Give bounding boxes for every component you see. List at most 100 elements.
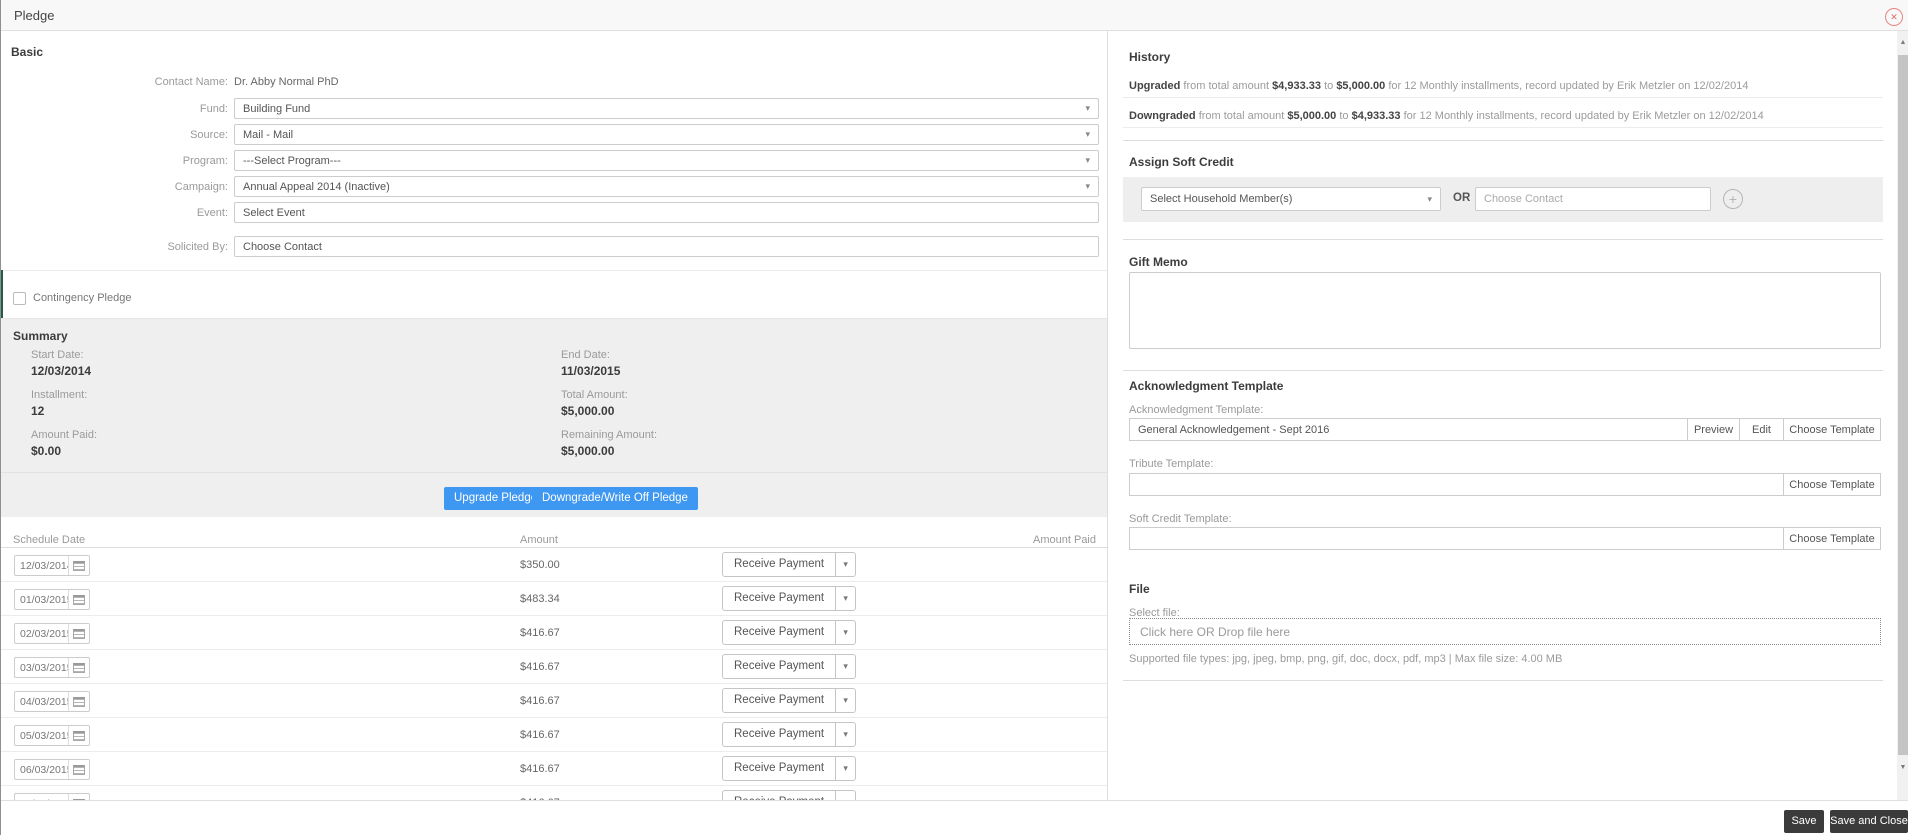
schedule-date-field[interactable] [14,691,90,712]
save-button[interactable]: Save [1784,810,1824,833]
scroll-up-icon[interactable]: ▲ [1897,39,1908,46]
chevron-down-icon[interactable]: ▾ [835,655,855,678]
receive-payment-button[interactable]: Receive Payment ▾ [722,756,857,781]
save-and-close-button[interactable]: Save and Close [1830,810,1908,833]
file-dropzone[interactable]: Click here OR Drop file here [1129,618,1881,645]
calendar-icon [73,662,85,673]
schedule-date-field[interactable] [14,589,90,610]
calendar-button[interactable] [68,658,89,677]
schedule-date-field[interactable] [14,623,90,644]
calendar-icon [73,696,85,707]
close-icon: ✕ [1890,12,1898,22]
choose-template-button[interactable]: Choose Template [1784,527,1881,550]
source-select[interactable]: Mail - Mail ▾ [234,124,1099,145]
summary-section: Summary Start Date: 12/03/2014 End Date:… [1,318,1107,472]
modal-footer: Save Save and Close [1,800,1908,835]
schedule-date-input[interactable] [15,624,68,643]
close-button[interactable]: ✕ [1885,8,1903,26]
section-divider [1123,239,1883,240]
chevron-down-icon[interactable]: ▾ [835,587,855,610]
contact-name-label: Contact Name: [154,76,228,88]
contact-name-value: Dr. Abby Normal PhD [234,76,339,88]
soft-credit-template-input[interactable] [1129,527,1784,550]
chevron-down-icon: ▾ [1085,155,1090,165]
receive-payment-button[interactable]: Receive Payment ▾ [722,586,857,611]
schedule-date-field[interactable] [14,725,90,746]
summary-heading: Summary [13,329,68,343]
household-member-select[interactable]: Select Household Member(s) ▾ [1141,187,1441,211]
calendar-icon [73,730,85,741]
program-label: Program: [182,155,228,167]
amount-value: $416.67 [520,729,560,741]
schedule-date-field[interactable] [14,555,90,576]
calendar-icon [73,764,85,775]
page-title: Pledge [14,8,55,23]
add-soft-credit-button[interactable]: + [1723,189,1743,209]
event-input[interactable] [234,202,1099,223]
choose-template-button[interactable]: Choose Template [1784,418,1881,441]
receive-payment-button[interactable]: Receive Payment ▾ [722,552,857,577]
calendar-button[interactable] [68,726,89,745]
receive-payment-button[interactable]: Receive Payment ▾ [722,790,857,800]
schedule-date-input[interactable] [15,692,68,711]
contingency-pledge-label: Contingency Pledge [33,292,132,304]
chevron-down-icon[interactable]: ▾ [835,723,855,746]
schedule-date-input[interactable] [15,760,68,779]
receive-payment-button[interactable]: Receive Payment ▾ [722,620,857,645]
summary-installment: Installment: 12 [31,389,88,418]
contingency-pledge-checkbox[interactable] [13,292,26,305]
chevron-down-icon[interactable]: ▾ [835,621,855,644]
summary-remaining-amount: Remaining Amount: $5,000.00 [561,429,657,458]
calendar-button[interactable] [68,556,89,575]
program-select[interactable]: ---Select Program--- ▾ [234,150,1099,171]
pledge-right-panel: History Upgraded from total amount $4,93… [1109,31,1894,800]
receive-payment-button[interactable]: Receive Payment ▾ [722,654,857,679]
fund-select-value: Building Fund [243,102,311,115]
chevron-down-icon[interactable]: ▾ [835,689,855,712]
schedule-date-input[interactable] [15,556,68,575]
calendar-button[interactable] [68,590,89,609]
choose-contact-input[interactable] [1475,187,1711,211]
campaign-label: Campaign: [174,181,228,193]
edit-button[interactable]: Edit [1740,418,1784,441]
tribute-template-input[interactable] [1129,473,1784,496]
choose-template-button[interactable]: Choose Template [1784,473,1881,496]
chevron-down-icon[interactable]: ▾ [835,791,855,800]
calendar-button[interactable] [68,760,89,779]
campaign-select[interactable]: Annual Appeal 2014 (Inactive) ▾ [234,176,1099,197]
amount-value: $416.67 [520,627,560,639]
tribute-template-label: Tribute Template: [1129,458,1214,470]
chevron-down-icon[interactable]: ▾ [835,757,855,780]
table-row: $416.67 Receive Payment ▾ [1,616,1107,650]
source-label: Source: [190,129,228,141]
scrollbar-thumb[interactable] [1898,55,1908,755]
soft-credit-template-row: Choose Template [1129,527,1881,550]
source-select-value: Mail - Mail [243,128,294,141]
schedule-date-input[interactable] [15,590,68,609]
receive-payment-button[interactable]: Receive Payment ▾ [722,722,857,747]
schedule-date-input[interactable] [15,658,68,677]
schedule-date-input[interactable] [15,726,68,745]
scroll-down-icon[interactable]: ▼ [1897,764,1908,771]
receive-payment-button[interactable]: Receive Payment ▾ [722,688,857,713]
preview-button[interactable]: Preview [1688,418,1740,441]
amount-value: $483.34 [520,593,560,605]
chevron-down-icon: ▾ [1427,193,1432,204]
gift-memo-textarea[interactable] [1129,272,1881,349]
soft-credit-template-label: Soft Credit Template: [1129,513,1232,525]
schedule-date-field[interactable] [14,657,90,678]
schedule-date-field[interactable] [14,793,90,800]
schedule-date-field[interactable] [14,759,90,780]
pledge-modal: Pledge ✕ Basic Contact Name: Dr. Abby No… [0,0,1908,835]
solicited-by-input[interactable] [234,236,1099,257]
downgrade-pledge-button[interactable]: Downgrade/Write Off Pledge [532,487,698,510]
chevron-down-icon[interactable]: ▾ [835,553,855,576]
acknowledgment-heading: Acknowledgment Template [1129,379,1284,393]
acknowledgment-template-input[interactable]: General Acknowledgement - Sept 2016 [1129,418,1688,441]
fund-select[interactable]: Building Fund ▾ [234,98,1099,119]
calendar-button[interactable] [68,692,89,711]
calendar-button[interactable] [68,624,89,643]
summary-total-amount: Total Amount: $5,000.00 [561,389,628,418]
household-member-select-value: Select Household Member(s) [1150,193,1293,205]
vertical-scrollbar[interactable]: ▲ ▼ [1897,31,1908,800]
